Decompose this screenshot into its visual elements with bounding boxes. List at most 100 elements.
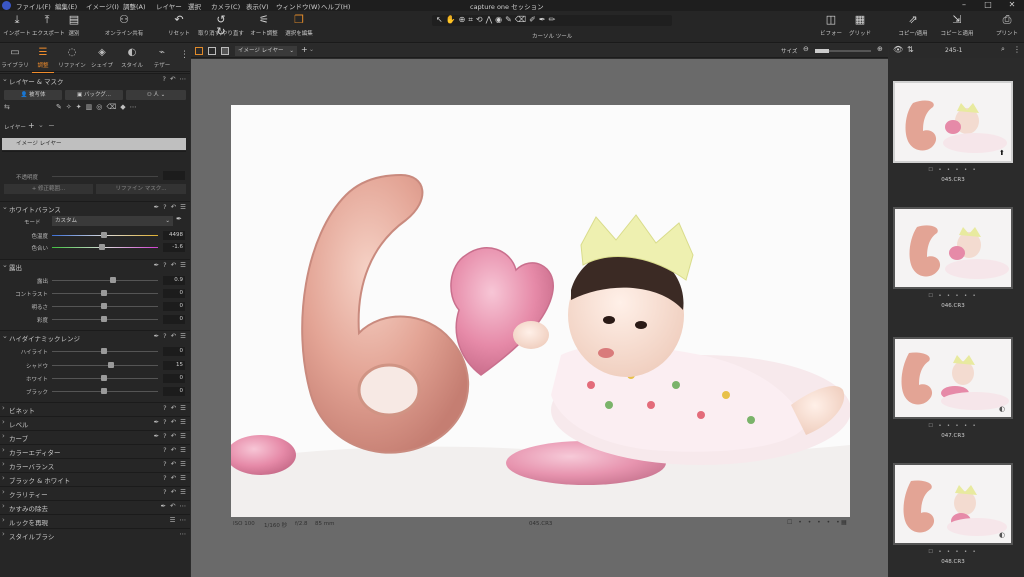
main-photo[interactable] [231, 105, 850, 517]
auto-adjust-button[interactable]: ⚟ オート調整 [248, 14, 280, 38]
slider-track[interactable] [52, 280, 158, 281]
cull-button[interactable]: ▤ 選別 [63, 14, 85, 38]
slider-knob[interactable] [100, 375, 107, 381]
keystone-icon[interactable]: ⋀ [486, 15, 496, 24]
more-tabs-icon[interactable]: ⋮ [180, 50, 189, 60]
vignette-section-header[interactable]: › ビネット ? ↶ ☰ [0, 402, 190, 415]
compare-view-icon[interactable] [221, 47, 229, 55]
shadow-slider[interactable]: シャドウ 15 [0, 360, 190, 371]
thumb-image[interactable] [893, 337, 1013, 419]
copy-and-apply-button[interactable]: ⇲ コピーと適用 [938, 14, 976, 38]
clarity-section-header[interactable]: › クラリティー ? ↶ ☰ [0, 486, 190, 499]
contrast-slider[interactable]: コントラスト 0 [0, 288, 190, 299]
tab-refine[interactable]: ◌ リファイン [57, 47, 87, 69]
sort-icon[interactable]: ⇅ [907, 45, 914, 54]
color-editor-section-header[interactable]: › カラーエディター ? ↶ ☰ [0, 444, 190, 457]
annotate-icon[interactable]: ✏ [549, 15, 559, 24]
tab-library[interactable]: ▭ ライブラリ [0, 47, 30, 69]
menu-adjust[interactable]: 調整(A) [123, 1, 146, 11]
picker-icon[interactable]: ✒ [539, 15, 549, 24]
menu-image[interactable]: イメージ(I) [86, 1, 119, 11]
edit-selection-button[interactable]: ❐ 選択を編集 [282, 14, 316, 38]
white-balance-section-header[interactable]: ⌄ ホワイトバランス ✒ ? ↶ ☰ [0, 201, 190, 214]
exposure-slider[interactable]: 露出 0.9 [0, 275, 190, 286]
fill-icon[interactable]: ◆ [120, 103, 129, 111]
import-button[interactable]: ⤓ インポート [2, 14, 32, 38]
thumbnail-047[interactable]: ◐ ☐ • • • • • 047.CR3 [893, 337, 1013, 439]
gradient-icon[interactable]: ✐ [529, 15, 539, 24]
tint-slider[interactable]: 色合い -1.6 [0, 242, 190, 253]
magic-brush-icon[interactable]: ✧ [66, 103, 76, 111]
radial-gradient-icon[interactable]: ◎ [96, 103, 106, 111]
black-white-section-header[interactable]: › ブラック & ホワイト ? ↶ ☰ [0, 472, 190, 485]
eraser-icon[interactable]: ⌫ [515, 15, 529, 24]
crop-icon[interactable]: ⌗ [468, 15, 476, 24]
opacity-track[interactable] [52, 176, 158, 177]
tab-style[interactable]: ◐ スタイル [117, 47, 147, 69]
slider-knob[interactable] [100, 348, 107, 354]
slider-knob[interactable] [98, 244, 105, 250]
size-slider[interactable] [815, 49, 871, 53]
add-layer-icon[interactable]: + [28, 121, 35, 130]
slider-track[interactable] [52, 365, 158, 366]
select-people-button[interactable]: ⚇ 人 ⌄ [126, 90, 186, 100]
slider-knob[interactable] [110, 277, 117, 283]
section-tools[interactable]: ? ↶ ⋯ [162, 75, 187, 83]
slider-knob[interactable] [100, 290, 107, 296]
hdr-section-header[interactable]: ⌄ ハイダイナミックレンジ ✒ ? ↶ ☰ [0, 330, 190, 343]
slider-track[interactable] [52, 247, 158, 248]
eye-icon[interactable]: 👁 [893, 45, 903, 54]
menu-camera[interactable]: カメラ(C) [211, 1, 240, 11]
tab-adjust[interactable]: ☰ 調整 [28, 47, 58, 74]
section-tools[interactable]: ? ↶ ☰ [163, 488, 187, 496]
brush-icon[interactable]: ✎ [56, 103, 66, 111]
thumb-rating[interactable]: ☐ • • • • • [893, 549, 1013, 555]
menu-view[interactable]: 表示(V) [246, 1, 269, 11]
swap-icon[interactable]: ⇆ [4, 103, 10, 111]
zoom-icon[interactable]: ⊕ [459, 15, 469, 24]
white-slider[interactable]: ホワイト 0 [0, 373, 190, 384]
hand-icon[interactable]: ✋ [446, 15, 459, 24]
slider-knob[interactable] [100, 388, 107, 394]
select-subject-button[interactable]: 👤 被写体 [4, 90, 62, 100]
online-share-button[interactable]: ⚇ オンライン共有 [104, 14, 144, 38]
style-brush-section-header[interactable]: › スタイルブラシ ⋯ [0, 528, 190, 541]
spot-icon[interactable]: ◉ [495, 15, 505, 24]
pointer-icon[interactable]: ↖ [436, 15, 446, 24]
menu-layer[interactable]: レイヤー [156, 1, 182, 11]
slider-knob[interactable] [100, 303, 107, 309]
slider-knob[interactable] [108, 362, 115, 368]
layers-section-header[interactable]: ⌄ レイヤー & マスク ? ↶ ⋯ [0, 73, 190, 86]
size-slider-fill[interactable] [815, 49, 829, 53]
color-balance-section-header[interactable]: › カラーバランス ? ↶ ☰ [0, 458, 190, 471]
copy-apply-button[interactable]: ⇗ コピー/適用 [896, 14, 930, 38]
layer-options-icon[interactable]: ⌄ [38, 121, 44, 129]
add-layer-icon[interactable]: + [301, 45, 308, 54]
wb-mode-select[interactable]: カスタム ⌄ [52, 216, 173, 226]
menu-help[interactable]: ヘルプ(H) [321, 1, 350, 11]
slider-knob[interactable] [100, 232, 107, 238]
zoom-out-icon[interactable]: ⊖ [803, 45, 809, 53]
brightness-slider[interactable]: 明るさ 0 [0, 301, 190, 312]
black-slider[interactable]: ブラック 0 [0, 386, 190, 397]
section-tools[interactable]: ☰ ⋯ [170, 516, 187, 524]
auto-mask-icon[interactable]: ✦ [76, 103, 86, 111]
tab-tether[interactable]: ⌁ テザー [147, 47, 177, 69]
rating-stars[interactable]: ☐ • • • • • [787, 519, 842, 526]
thumb-rating[interactable]: ☐ • • • • • [893, 423, 1013, 429]
section-tools[interactable]: ? ↶ ☰ [163, 460, 187, 468]
thumbnail-048[interactable]: ◐ ☐ • • • • • 048.CR3 [893, 463, 1013, 565]
reset-button[interactable]: ↶ リセット [166, 14, 192, 38]
maximize-icon[interactable]: □ [976, 0, 1000, 11]
minimize-icon[interactable]: – [952, 0, 976, 11]
brush-icon[interactable]: ✎ [505, 15, 515, 24]
before-button[interactable]: ◫ ビフォー [818, 14, 844, 38]
remove-layer-icon[interactable]: − [48, 121, 55, 130]
undo-redo-button[interactable]: ↺ ↻ 取り消す/やり直す [196, 14, 246, 38]
erase-icon[interactable]: ⌫ [106, 103, 120, 111]
section-tools[interactable]: ✒ ? ↶ ☰ [154, 432, 187, 440]
mask-more-icon[interactable]: ⋯ [130, 103, 141, 111]
zoom-in-icon[interactable]: ⊕ [877, 45, 883, 53]
highlight-slider[interactable]: ハイライト 0 [0, 346, 190, 357]
select-background-button[interactable]: ▣ バックグ... [65, 90, 123, 100]
